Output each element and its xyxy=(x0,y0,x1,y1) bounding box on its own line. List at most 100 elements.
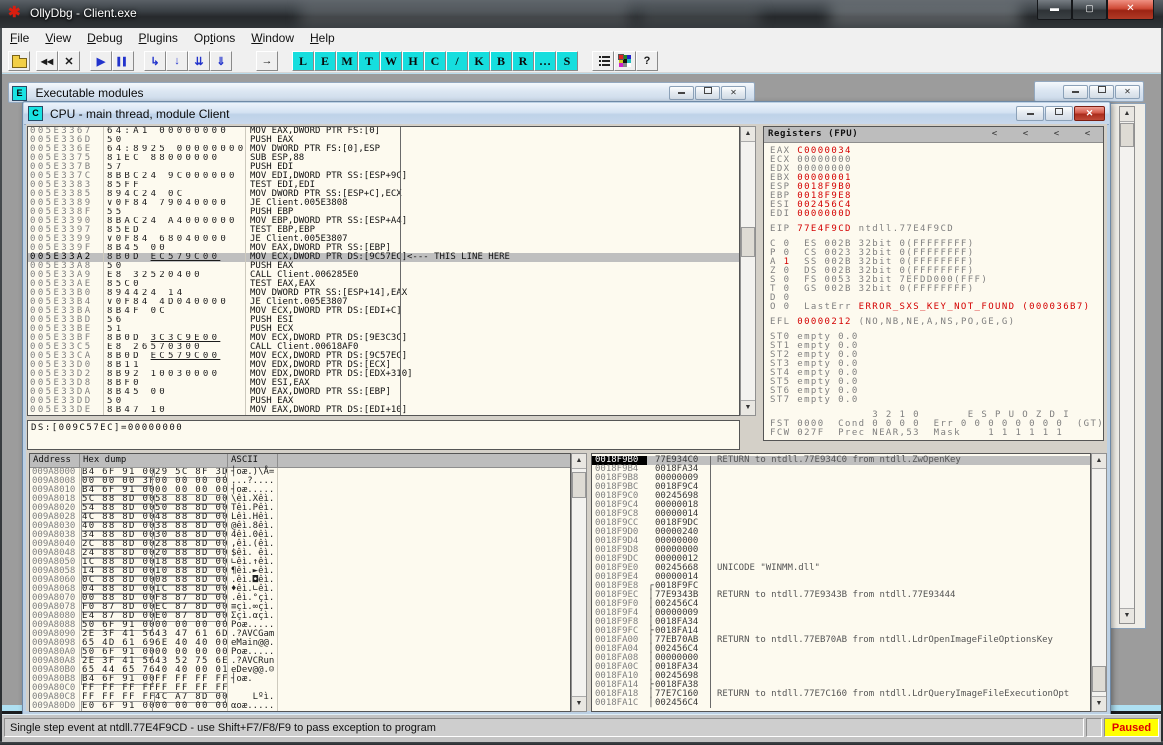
pane-button-k[interactable]: K xyxy=(468,51,490,71)
operand-info: DS:[009C57EC]=00000000 xyxy=(28,421,739,433)
dump-header-hex: Hex dump xyxy=(80,454,228,467)
disassembly-pane[interactable]: 005E336764:A1 00000000MOV EAX,DWORD PTR … xyxy=(27,126,740,416)
scrollbar-thumb[interactable] xyxy=(1092,666,1106,692)
menu-options[interactable]: Options xyxy=(186,28,243,47)
pane-button-c[interactable]: C xyxy=(424,51,446,71)
menu-debug[interactable]: Debug xyxy=(79,28,130,47)
pane-button-w[interactable]: W xyxy=(380,51,402,71)
disasm-row[interactable]: 005E33BA8B4F 0CMOV ECX,DWORD PTR DS:[EDI… xyxy=(28,307,739,316)
cpu-restore-button[interactable] xyxy=(1045,106,1073,121)
open-file-button[interactable] xyxy=(8,51,30,71)
cpu-close-button[interactable]: ✕ xyxy=(1074,106,1105,121)
pane-button-/[interactable]: / xyxy=(446,51,468,71)
child-close-button[interactable]: ✕ xyxy=(1115,85,1140,99)
scroll-up-icon[interactable]: ▲ xyxy=(572,454,586,469)
minimize-button[interactable]: ▬ xyxy=(1037,0,1072,20)
scroll-up-icon[interactable]: ▲ xyxy=(1120,107,1134,122)
disasm-row[interactable]: 005E336E64:8925 00000000MOV DWORD PTR FS… xyxy=(28,145,739,154)
scrollbar-thumb[interactable] xyxy=(741,227,755,257)
hex-dump-pane[interactable]: Address Hex dump ASCII 009A8000B4 6F 91 … xyxy=(29,453,571,712)
menu-window[interactable]: Window xyxy=(243,28,302,47)
run-button[interactable]: ▶ xyxy=(90,51,112,71)
scroll-down-icon[interactable]: ▼ xyxy=(741,400,755,415)
disasm-row[interactable]: 005E33D28B92 10030000MOV EDX,DWORD PTR D… xyxy=(28,370,739,379)
windows-list-button[interactable] xyxy=(592,51,614,71)
step-into-button[interactable]: ↳ xyxy=(144,51,166,71)
ollydbg-icon xyxy=(8,5,24,21)
menu-file[interactable]: File xyxy=(2,28,37,47)
appearance-button[interactable] xyxy=(614,51,636,71)
cpu-window: C CPU - main thread, module Client ✕ 005… xyxy=(22,101,1111,715)
child-close-button[interactable]: ✕ xyxy=(721,86,746,100)
child-restore-button[interactable] xyxy=(1089,85,1114,99)
scroll-down-icon[interactable]: ▼ xyxy=(572,696,586,711)
pane-button-h[interactable]: H xyxy=(402,51,424,71)
child-minimize-button[interactable] xyxy=(669,86,694,100)
cpu-titlebar[interactable]: C CPU - main thread, module Client ✕ xyxy=(24,103,1109,125)
disassembly-scrollbar[interactable]: ▲ ▼ xyxy=(740,126,756,416)
help-button[interactable]: ? xyxy=(636,51,658,71)
close-button[interactable]: ✕ xyxy=(1107,0,1154,20)
pane-button-r[interactable]: R xyxy=(512,51,534,71)
scrollbar-thumb[interactable] xyxy=(572,472,586,498)
executable-modules-window[interactable]: E Executable modules ✕ xyxy=(8,82,755,103)
disasm-row[interactable]: 005E33DA8B45 00MOV EAX,DWORD PTR SS:[EBP… xyxy=(28,388,739,397)
maximize-button[interactable]: ▢ xyxy=(1072,0,1107,20)
registers-prev-icon[interactable]: < xyxy=(979,127,1010,142)
disasm-row[interactable]: 005E336764:A1 00000000MOV EAX,DWORD PTR … xyxy=(28,127,739,136)
registers-prev-icon[interactable]: < xyxy=(1072,127,1103,142)
disasm-row[interactable]: 005E33A28B0D EC579C00MOV ECX,DWORD PTR D… xyxy=(28,253,739,262)
cpu-minimize-button[interactable] xyxy=(1016,106,1044,121)
executable-modules-icon: E xyxy=(12,86,27,101)
pane-button-e[interactable]: E xyxy=(314,51,336,71)
scrollbar-thumb[interactable] xyxy=(1120,123,1134,147)
disasm-row[interactable]: 005E337581EC 88000000SUB ESP,88 xyxy=(28,154,739,163)
pane-button-m[interactable]: M xyxy=(336,51,358,71)
disasm-row[interactable]: 005E33BF8B0D 3C3C9E00MOV ECX,DWORD PTR D… xyxy=(28,334,739,343)
scroll-up-icon[interactable]: ▲ xyxy=(741,127,755,142)
close-program-button[interactable]: ✕ xyxy=(58,51,80,71)
child-minimize-button[interactable] xyxy=(1063,85,1088,99)
list-icon xyxy=(599,56,601,58)
restart-button[interactable]: ◀◀ xyxy=(36,51,58,71)
pane-button-l[interactable]: L xyxy=(292,51,314,71)
stack-scrollbar[interactable]: ▲ ▼ xyxy=(1091,453,1107,712)
disasm-row[interactable]: 005E3385894C24 0CMOV DWORD PTR SS:[ESP+C… xyxy=(28,190,739,199)
disasm-row[interactable]: 005E33908BAC24 A4000000MOV EBP,DWORD PTR… xyxy=(28,217,739,226)
animate-into-button[interactable]: ⇊ xyxy=(188,51,210,71)
dump-row[interactable]: 009A80D0E0 6F 91 0000 00 00 00αoæ..... xyxy=(30,702,570,711)
menu-plugins[interactable]: Plugins xyxy=(131,28,186,47)
disasm-row[interactable]: 005E33A9E8 32520400CALL Client.006285E0 xyxy=(28,271,739,280)
pane-button-…[interactable]: … xyxy=(534,51,556,71)
disasm-row[interactable]: 005E336D50PUSH EAX xyxy=(28,136,739,145)
scroll-down-icon[interactable]: ▼ xyxy=(1092,696,1106,711)
step-over-button[interactable]: ↓ xyxy=(166,51,188,71)
registers-pane[interactable]: Registers (FPU) < < < < EAX C0000034ECX … xyxy=(763,126,1104,441)
disasm-row[interactable]: 005E337C8BBC24 9C000000MOV EDI,DWORD PTR… xyxy=(28,172,739,181)
disasm-row[interactable]: 005E33BD56PUSH ESI xyxy=(28,316,739,325)
stack-row[interactable]: 0018FA1C│002456C4 xyxy=(592,699,1090,708)
menu-help[interactable]: Help xyxy=(302,28,343,47)
dump-scrollbar[interactable]: ▲ ▼ xyxy=(571,453,587,712)
child-restore-button[interactable] xyxy=(695,86,720,100)
scroll-down-icon[interactable]: ▼ xyxy=(1120,608,1134,623)
disasm-row[interactable]: 005E339785EDTEST EBP,EBP xyxy=(28,226,739,235)
background-window-scrollbar[interactable]: ▲ ▼ xyxy=(1119,106,1135,624)
pause-button[interactable]: ▌▌ xyxy=(112,51,134,71)
status-bar: Single step event at ntdll.77E4F9CD - us… xyxy=(2,714,1161,742)
animate-over-button[interactable]: ⇓ xyxy=(210,51,232,71)
execute-till-return-button[interactable]: → xyxy=(256,51,278,71)
disasm-row[interactable]: 005E3389∨0F84 79040000JE Client.005E3808 xyxy=(28,199,739,208)
disasm-row[interactable]: 005E33DE8B47 10MOV EAX,DWORD PTR DS:[EDI… xyxy=(28,406,739,415)
pane-button-b[interactable]: B xyxy=(490,51,512,71)
disasm-row[interactable]: 005E33B0894424 14MOV DWORD PTR SS:[ESP+1… xyxy=(28,289,739,298)
disasm-row[interactable]: 005E33A850PUSH EAX xyxy=(28,262,739,271)
registers-prev-icon[interactable]: < xyxy=(1010,127,1041,142)
pane-button-t[interactable]: T xyxy=(358,51,380,71)
menu-view[interactable]: View xyxy=(37,28,79,47)
register-line: EDI 0000000D xyxy=(770,210,1103,219)
pane-button-s[interactable]: S xyxy=(556,51,578,71)
registers-prev-icon[interactable]: < xyxy=(1041,127,1072,142)
scroll-up-icon[interactable]: ▲ xyxy=(1092,454,1106,469)
stack-pane[interactable]: 0018F9B077E934C0RETURN to ntdll.77E934C0… xyxy=(591,453,1091,712)
